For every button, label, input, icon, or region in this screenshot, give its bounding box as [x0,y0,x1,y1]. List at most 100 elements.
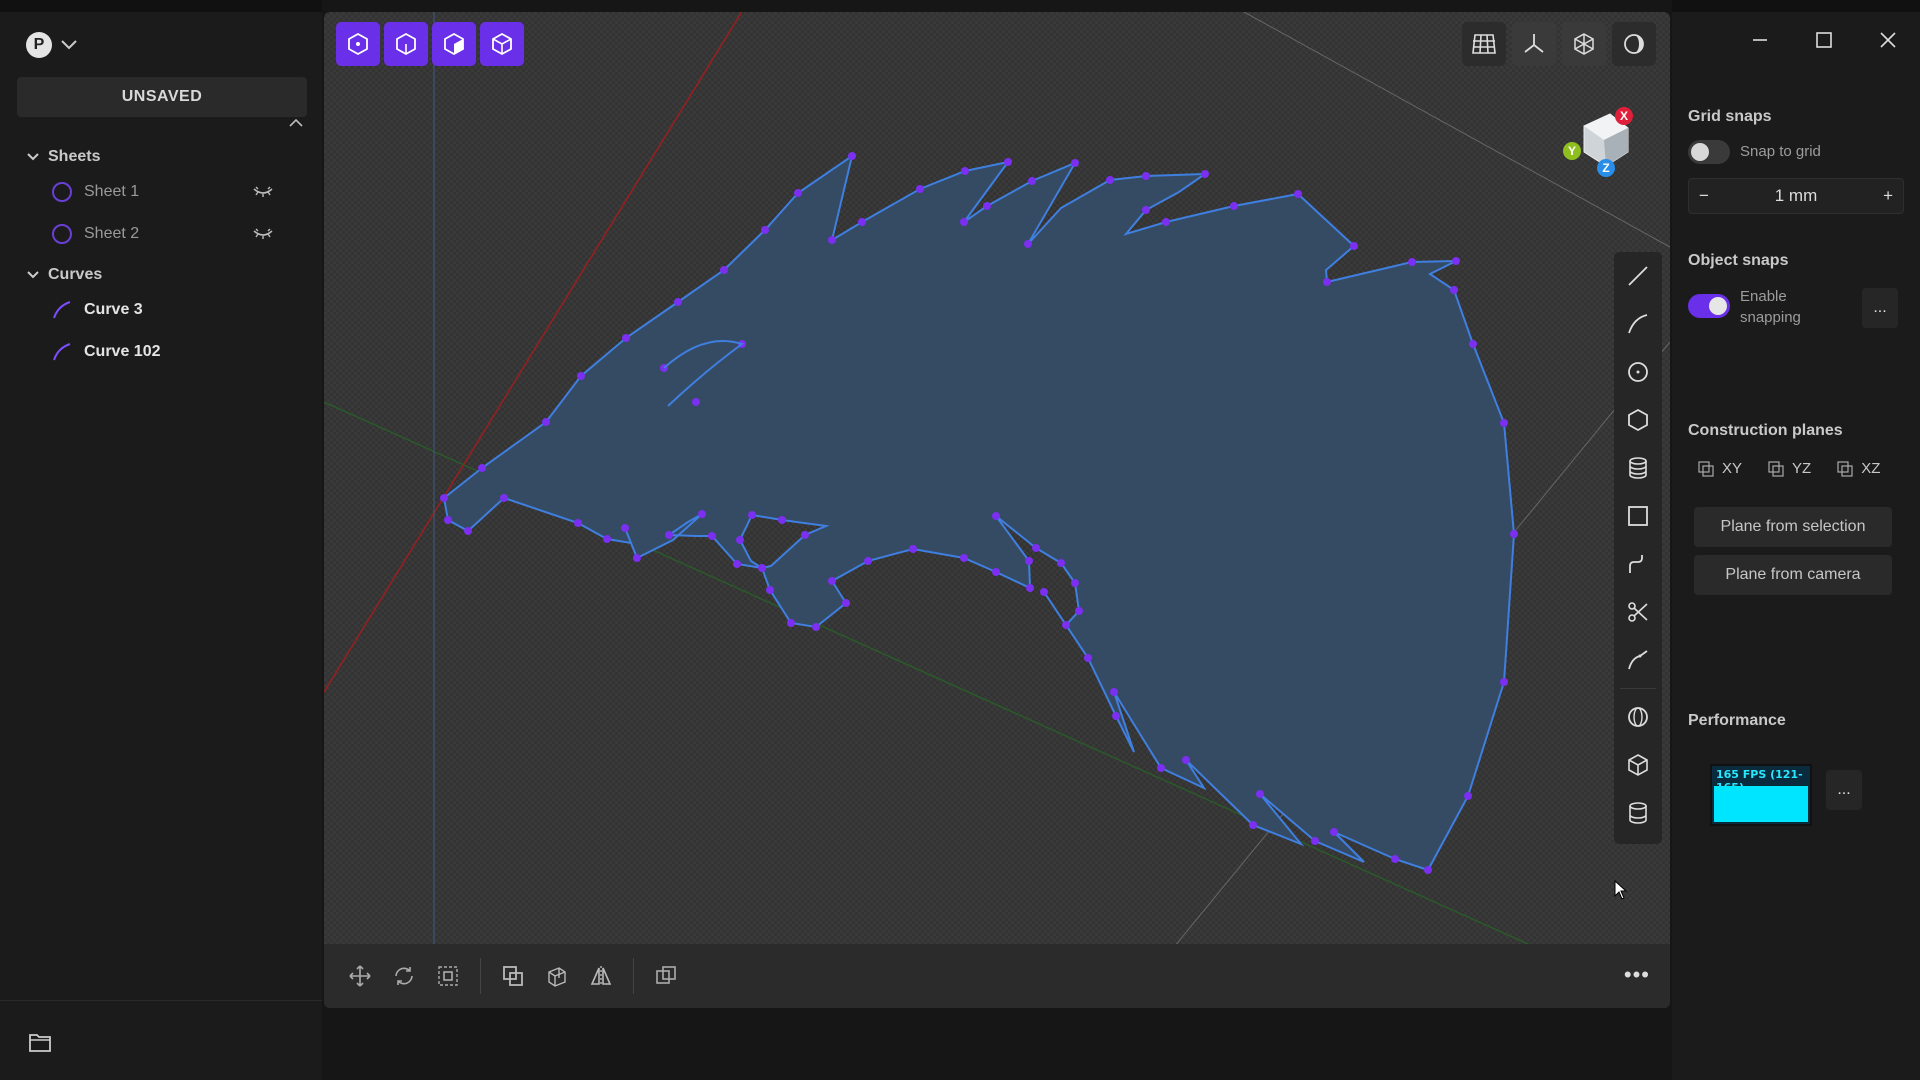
grid-toggle[interactable] [1462,22,1506,66]
wolf-head-curve[interactable] [442,153,1516,872]
plane-icon [1768,460,1784,477]
circle-icon [1628,362,1648,382]
sheets-group-header[interactable]: Sheets [26,148,100,166]
chevron-up-icon[interactable] [288,118,304,128]
hidden-eye-icon[interactable] [252,227,274,241]
curve-tool[interactable] [1614,300,1662,348]
cylinder-tool[interactable] [1614,789,1662,837]
folder-icon[interactable] [28,1031,52,1053]
sheet-label: Sheet 2 [84,225,140,242]
box-tool[interactable] [1614,741,1662,789]
curve-label: Curve 102 [84,343,161,360]
plane-xy-button[interactable]: XY [1698,460,1742,477]
curves-label: Curves [48,266,103,283]
right-panel: Grid snaps Snap to grid − 1 mm + Object … [1672,0,1920,1080]
rectangle-tool[interactable] [1614,492,1662,540]
object-snaps-more-button[interactable]: ... [1862,288,1898,328]
plane-label: XY [1722,460,1743,477]
profile-menu[interactable]: P [26,32,78,58]
move-icon [349,965,371,987]
sheet-ring-icon [52,224,72,244]
cylinder-icon [1629,802,1647,824]
top-view-button[interactable] [336,22,380,66]
line-tool[interactable] [1614,252,1662,300]
grid-icon [1472,34,1496,54]
line-icon [1628,266,1648,286]
minimize-icon [1753,39,1767,41]
close-button[interactable] [1856,22,1920,58]
enable-snapping-toggle[interactable] [1688,294,1730,318]
plane-from-camera-button[interactable]: Plane from camera [1694,555,1892,595]
sheet-item[interactable]: Sheet 1 [52,182,273,202]
curve-item[interactable]: Curve 102 [52,342,161,362]
snap-to-grid-toggle[interactable] [1688,140,1730,164]
perspective-view-button[interactable] [480,22,524,66]
box-icon [1628,754,1648,776]
toolbar-divider [633,958,634,994]
chevron-down-icon[interactable] [26,270,40,280]
right-view-button[interactable] [432,22,476,66]
mirror-tool[interactable] [583,956,619,996]
polygon-icon [1628,408,1648,432]
toggle-knob [1709,297,1727,315]
scissors-tool[interactable] [1614,588,1662,636]
chevron-down-icon[interactable] [60,39,78,51]
move-tool[interactable] [342,956,378,996]
hidden-eye-icon[interactable] [252,185,274,199]
chevron-down-icon[interactable] [26,152,40,162]
scale-tool[interactable] [430,956,466,996]
plane-yz-button[interactable]: YZ [1768,460,1811,477]
gizmo-z-label: Z [1602,161,1609,175]
curves-group-header[interactable]: Curves [26,266,102,284]
curve-item[interactable]: Curve 3 [52,300,143,320]
plane-label: XZ [1861,460,1881,477]
fps-graph [1714,786,1808,822]
scissors-icon [1628,602,1648,622]
3d-viewport[interactable]: X Y Z ••• [324,12,1670,1008]
layers-icon [1629,457,1647,479]
extend-tool[interactable] [1614,636,1662,684]
sphere-tool[interactable] [1614,693,1662,741]
curve-label: Curve 3 [84,301,143,318]
right-view-icon [444,32,464,56]
circle-tool[interactable] [1614,348,1662,396]
front-view-button[interactable] [384,22,428,66]
duplicate-tool[interactable] [495,956,531,996]
left-panel: P UNSAVED Sheets Sheet 1 Sheet 2 Curves … [0,0,322,1080]
performance-title: Performance [1688,712,1786,729]
window-controls [1728,22,1920,58]
shading-toggle[interactable] [1612,22,1656,66]
avatar[interactable]: P [26,32,52,58]
grid-step-value[interactable]: 1 mm [1775,186,1818,206]
extrude-tool[interactable] [539,956,575,996]
more-options-button[interactable]: ••• [1624,962,1650,988]
orientation-gizmo[interactable]: X Y Z [1544,96,1640,192]
wireframe-toggle[interactable] [1562,22,1606,66]
layers-tool[interactable] [1614,444,1662,492]
sheet-item[interactable]: Sheet 2 [52,224,273,244]
rectangle-icon [1628,506,1648,526]
minimize-button[interactable] [1728,22,1792,58]
front-view-icon [396,32,416,56]
decrement-button[interactable]: − [1699,186,1709,206]
axes-toggle[interactable] [1512,22,1556,66]
scene-canvas[interactable] [324,12,1670,1008]
maximize-icon [1816,32,1832,48]
plane-from-selection-button[interactable]: Plane from selection [1694,507,1892,547]
plane-xz-button[interactable]: XZ [1837,460,1880,477]
fps-monitor: 165 FPS (121-165) [1710,764,1812,826]
construction-planes-title: Construction planes [1688,422,1843,439]
polygon-tool[interactable] [1614,396,1662,444]
grid-step-stepper[interactable]: − 1 mm + [1688,178,1904,214]
fillet-tool[interactable] [1614,540,1662,588]
boolean-tool[interactable] [648,956,684,996]
increment-button[interactable]: + [1883,186,1893,206]
extend-icon [1628,650,1648,670]
document-status[interactable]: UNSAVED [17,77,307,117]
object-snaps-title: Object snaps [1688,252,1789,269]
maximize-button[interactable] [1792,22,1856,58]
rotate-tool[interactable] [386,956,422,996]
sheet-label: Sheet 1 [84,183,140,200]
performance-more-button[interactable]: ... [1826,770,1862,810]
close-icon [1880,32,1896,48]
